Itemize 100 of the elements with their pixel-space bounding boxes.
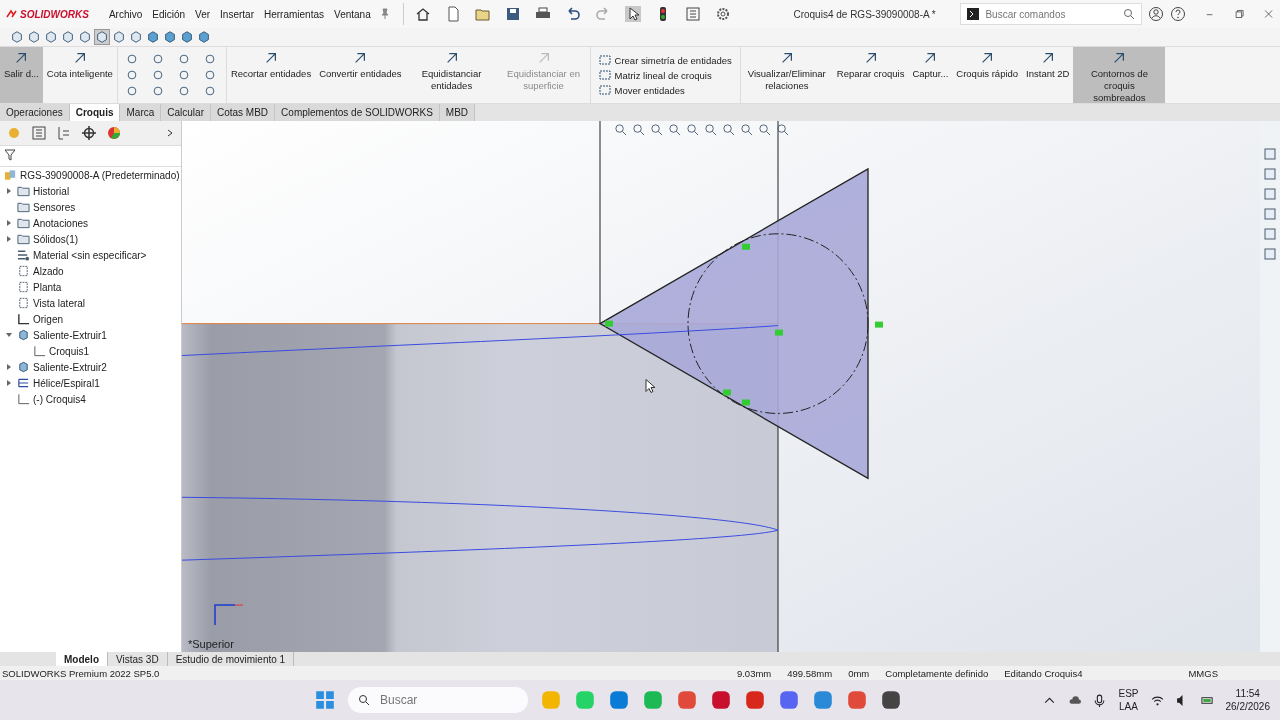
- command-tab[interactable]: MBD: [439, 104, 476, 121]
- sketch-tool-icon[interactable]: [125, 69, 138, 81]
- ribbon-command[interactable]: Reparar croquis: [832, 47, 909, 103]
- sketch-tool-icon[interactable]: [151, 69, 164, 81]
- search-input[interactable]: Buscar comandos: [983, 7, 1120, 21]
- crosshair-icon[interactable]: [81, 125, 97, 141]
- menu-item[interactable]: Archivo: [106, 8, 145, 20]
- cube-icon[interactable]: [180, 30, 194, 44]
- tree-item[interactable]: Vista lateral: [33, 297, 86, 309]
- ribbon-command[interactable]: Instant 2D: [1022, 47, 1074, 103]
- sketch-tool-icon[interactable]: [151, 53, 164, 65]
- cursor-icon[interactable]: [625, 6, 642, 22]
- task-pane-icon[interactable]: [1263, 227, 1277, 241]
- ribbon-command[interactable]: Crear simetría de entidades: [598, 54, 732, 66]
- search-input[interactable]: Buscar: [378, 692, 518, 708]
- ribbon-command[interactable]: Equidistanciar entidades: [405, 47, 498, 103]
- task-pane-icon[interactable]: [1263, 187, 1277, 201]
- menu-item[interactable]: Ver: [193, 8, 213, 20]
- task-pane-icon[interactable]: [1263, 147, 1277, 161]
- command-tab[interactable]: Cotas MBD: [210, 104, 276, 121]
- cloud-icon[interactable]: [1068, 693, 1082, 707]
- help-icon[interactable]: [1170, 6, 1187, 22]
- unit-system[interactable]: MMGS: [1188, 667, 1218, 679]
- ribbon-command[interactable]: Salir d...: [0, 47, 43, 103]
- wifi-icon[interactable]: [1150, 693, 1164, 707]
- cube-icon[interactable]: [197, 30, 211, 44]
- view-tool-icon[interactable]: [704, 123, 717, 136]
- sketch-tool-icon[interactable]: [177, 69, 190, 81]
- tree-item[interactable]: Sensores: [33, 201, 76, 213]
- app-icon[interactable]: [608, 689, 630, 711]
- sketch-tool-icon[interactable]: [177, 53, 190, 65]
- view-tool-icon[interactable]: [614, 123, 627, 136]
- tree-item[interactable]: Alzado: [33, 265, 64, 277]
- tree-item[interactable]: Croquis1: [49, 345, 90, 357]
- clock-time[interactable]: 11:54: [1235, 687, 1260, 700]
- task-pane-icon[interactable]: [1263, 167, 1277, 181]
- view-tool-icon[interactable]: [740, 123, 753, 136]
- command-tab[interactable]: Complementos de SOLIDWORKS: [275, 104, 440, 121]
- sketch-tool-icon[interactable]: [203, 85, 216, 97]
- view-tool-icon[interactable]: [686, 123, 699, 136]
- ribbon-command[interactable]: Visualizar/Eliminar relaciones: [740, 47, 833, 103]
- taskbar-search[interactable]: Buscar: [348, 687, 528, 713]
- command-tab[interactable]: Operaciones: [0, 104, 70, 121]
- cube-icon[interactable]: [163, 30, 177, 44]
- cube-icon[interactable]: [95, 30, 109, 44]
- app-icon[interactable]: [744, 689, 766, 711]
- cube-icon[interactable]: [27, 30, 41, 44]
- command-tab[interactable]: Calcular: [161, 104, 211, 121]
- tree-item[interactable]: Sólidos(1): [33, 233, 79, 245]
- model-tab[interactable]: Modelo: [56, 652, 108, 666]
- app-icon[interactable]: [778, 689, 800, 711]
- app-icon[interactable]: [880, 689, 902, 711]
- folder-icon[interactable]: [475, 6, 492, 22]
- view-tool-icon[interactable]: [722, 123, 735, 136]
- sketch-tool-icon[interactable]: [203, 69, 216, 81]
- configuration-icon[interactable]: [56, 125, 72, 141]
- undo-icon[interactable]: [565, 6, 582, 22]
- menu-item[interactable]: Herramientas: [262, 8, 326, 20]
- ribbon-command[interactable]: Captur...: [908, 47, 953, 103]
- color-wheel-icon[interactable]: [106, 125, 122, 141]
- tree-item[interactable]: Material <sin especificar>: [33, 249, 147, 261]
- app-icon[interactable]: [846, 689, 868, 711]
- view-tool-icon[interactable]: [758, 123, 771, 136]
- tree-item[interactable]: RGS-39090008-A (Predeterminado): [20, 169, 180, 181]
- sketch-tool-icon[interactable]: [203, 53, 216, 65]
- view-tool-icon[interactable]: [650, 123, 663, 136]
- user-icon[interactable]: [1148, 6, 1165, 22]
- cube-icon[interactable]: [44, 30, 58, 44]
- home-icon[interactable]: [415, 6, 432, 22]
- cube-icon[interactable]: [112, 30, 126, 44]
- task-pane-icon[interactable]: [1263, 207, 1277, 221]
- microphone-icon[interactable]: [1093, 693, 1107, 707]
- ribbon-command[interactable]: Mover entidades: [598, 84, 732, 96]
- command-tab[interactable]: Marca: [120, 104, 162, 121]
- ribbon-command[interactable]: Recortar entidades: [226, 47, 316, 103]
- view-tool-icon[interactable]: [668, 123, 681, 136]
- menu-item[interactable]: Edición: [150, 8, 188, 20]
- cube-icon[interactable]: [146, 30, 160, 44]
- cube-icon[interactable]: [61, 30, 75, 44]
- sketch-tool-icon[interactable]: [177, 85, 190, 97]
- view-tool-icon[interactable]: [776, 123, 789, 136]
- command-tab[interactable]: Croquis: [69, 104, 121, 121]
- menu-item[interactable]: Ventana: [332, 8, 373, 20]
- clock-date[interactable]: 26/2/2026: [1225, 700, 1270, 713]
- menu-item[interactable]: Insertar: [218, 8, 256, 20]
- ribbon-command[interactable]: Matriz lineal de croquis: [598, 69, 732, 81]
- tree-item[interactable]: Saliente-Extruir1: [33, 329, 107, 341]
- ribbon-command[interactable]: Cota inteligente: [42, 47, 117, 103]
- view-tool-icon[interactable]: [632, 123, 645, 136]
- filter-icon[interactable]: [4, 149, 16, 161]
- search-field[interactable]: Buscar comandos: [960, 3, 1143, 25]
- app-icon[interactable]: [710, 689, 732, 711]
- task-pane-icon[interactable]: [1263, 247, 1277, 261]
- settings-icon[interactable]: [715, 6, 732, 22]
- search-icon[interactable]: [1123, 8, 1136, 20]
- ribbon-command[interactable]: Contornos de croquis sombreados: [1073, 47, 1166, 103]
- tree-item[interactable]: Historial: [33, 185, 70, 197]
- tree-item[interactable]: (-) Croquis4: [33, 393, 86, 405]
- sketch-tool-icon[interactable]: [125, 85, 138, 97]
- tree-item[interactable]: Hélice/Espiral1: [33, 377, 100, 389]
